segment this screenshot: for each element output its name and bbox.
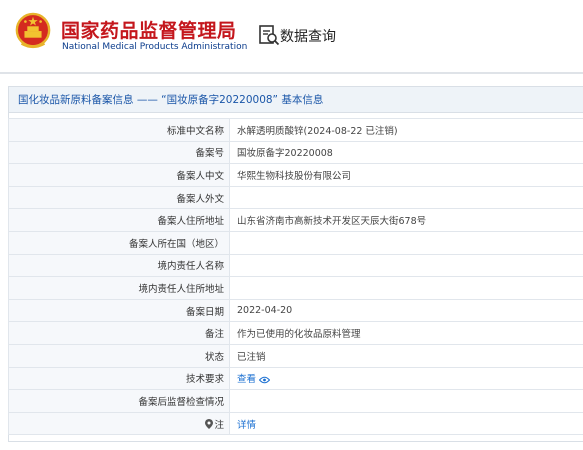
data-query-link[interactable]: 数据查询 [280,26,336,46]
field-label: 备案人住所地址 [8,208,230,232]
field-label: 标准中文名称 [8,118,230,142]
field-value [229,185,583,210]
header-divider [0,72,583,74]
field-label: 技术要求 [8,366,230,391]
field-label: 备注 [8,321,230,345]
document-search-icon [259,25,280,46]
field-value: 2022-04-20 [229,298,583,323]
table-row: 境内责任人名称 [8,253,583,278]
site-header: 国家药品监督管理局 National Medical Products Admi… [0,0,583,72]
record-info-table: 标准中文名称 水解透明质酸锌(2024-08-22 已注销) 备案号 国妆原备字202… [8,118,583,436]
table-row: 注 详情 [8,411,583,436]
table-row: 备注 作为已使用的化妆品原料管理 [8,321,583,345]
field-label: 备案日期 [8,298,230,323]
field-value: 山东省济南市高新技术开发区天辰大街678号 [229,208,583,232]
field-label: 境内责任人名称 [8,253,230,278]
national-emblem-icon [15,12,51,49]
field-label: 备案后监督检查情况 [8,389,230,413]
field-value: 华熙生物科技股份有限公司 [229,163,583,187]
org-name-en: National Medical Products Administration [62,42,248,52]
field-label: 备案人所在国（地区） [8,230,230,255]
table-row: 备案日期 2022-04-20 [8,298,583,323]
table-row: 备案人住所地址 山东省济南市高新技术开发区天辰大街678号 [8,208,583,232]
field-label-text: 注 [214,419,224,431]
table-row: 备案人所在国（地区） [8,230,583,255]
field-value: 查看 [229,366,583,391]
field-value [229,389,583,413]
table-row: 境内责任人住所地址 [8,276,583,300]
table-row: 备案号 国妆原备字20220008 [8,140,583,165]
field-label: 境内责任人住所地址 [8,276,230,300]
location-pin-icon [205,418,214,429]
field-label: 备案号 [8,140,230,165]
field-value: 详情 [229,411,583,436]
field-label: 备案人中文 [8,163,230,187]
panel-title: 国化妆品新原料备案信息 —— “国妆原备字20220008” 基本信息 [9,87,583,113]
field-label: 备案人外文 [8,185,230,210]
field-value [229,253,583,278]
field-label: 状态 [8,343,230,368]
details-link[interactable]: 详情 [237,420,256,431]
view-tech-requirements-link[interactable]: 查看 [237,374,256,385]
field-value: 水解透明质酸锌(2024-08-22 已注销) [229,118,583,142]
table-row: 备案后监督检查情况 [8,389,583,413]
field-value: 已注销 [229,343,583,368]
org-name-cn: 国家药品监督管理局 [61,20,237,42]
table-row: 备案人外文 [8,185,583,210]
table-row: 备案人中文 华熙生物科技股份有限公司 [8,163,583,187]
field-label: 注 [8,411,230,436]
eye-icon[interactable] [259,376,271,384]
table-row: 状态 已注销 [8,343,583,368]
table-row: 标准中文名称 水解透明质酸锌(2024-08-22 已注销) [8,118,583,142]
table-row: 技术要求 查看 [8,366,583,391]
field-value [229,276,583,300]
field-value: 国妆原备字20220008 [229,140,583,165]
field-value [229,230,583,255]
field-value: 作为已使用的化妆品原料管理 [229,321,583,345]
